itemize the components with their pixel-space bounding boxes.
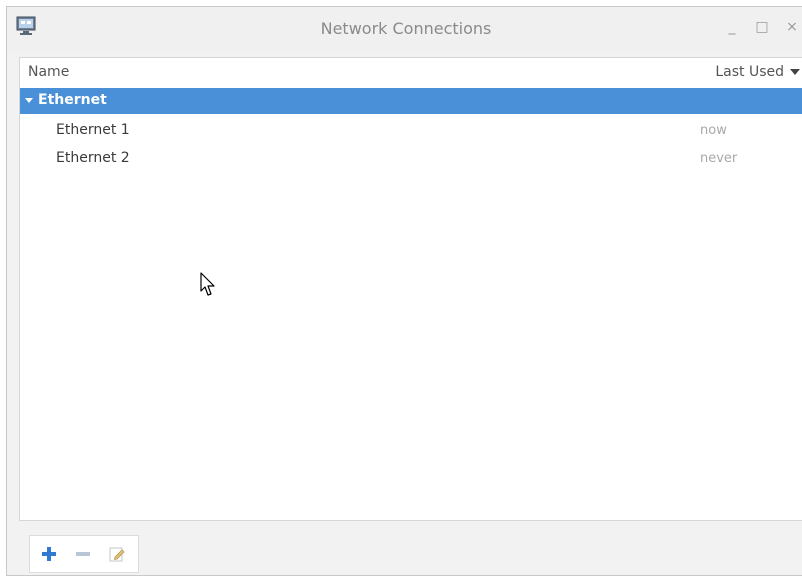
connection-last-used: now <box>700 123 727 138</box>
minimize-button[interactable]: _ <box>725 19 739 35</box>
connection-row-ethernet-2[interactable]: Ethernet 2 never <box>20 144 802 172</box>
sort-desc-arrow-icon <box>790 69 800 75</box>
group-label: Ethernet <box>38 92 107 108</box>
column-header: Name Last Used <box>20 58 802 89</box>
connection-row-ethernet-1[interactable]: Ethernet 1 now <box>20 116 802 144</box>
network-connections-window: Network Connections _ □ × Name Last Used… <box>6 6 802 576</box>
column-header-last-used[interactable]: Last Used <box>715 64 800 80</box>
column-header-last-used-label: Last Used <box>715 64 784 80</box>
plus-icon <box>42 547 56 561</box>
mouse-pointer-icon <box>200 272 215 296</box>
add-connection-button[interactable] <box>38 543 60 565</box>
connection-name: Ethernet 2 <box>56 150 130 166</box>
connection-last-used: never <box>700 151 738 166</box>
close-button[interactable]: × <box>785 19 799 35</box>
edit-connection-button[interactable] <box>106 543 128 565</box>
column-header-name[interactable]: Name <box>28 64 69 80</box>
connection-toolbar <box>29 535 139 573</box>
window-title: Network Connections <box>320 19 492 38</box>
connection-name: Ethernet 1 <box>56 122 130 138</box>
connections-list[interactable]: Name Last Used Ethernet Ethernet 1 now E… <box>19 57 802 521</box>
title-bar[interactable]: Network Connections _ □ × <box>7 7 802 53</box>
edit-icon <box>109 547 125 562</box>
remove-connection-button[interactable] <box>72 543 94 565</box>
expander-down-icon[interactable] <box>25 98 33 103</box>
maximize-button[interactable]: □ <box>755 19 769 35</box>
window-controls: _ □ × <box>725 19 799 35</box>
minus-icon <box>76 552 90 556</box>
group-row-ethernet[interactable]: Ethernet <box>20 88 802 114</box>
